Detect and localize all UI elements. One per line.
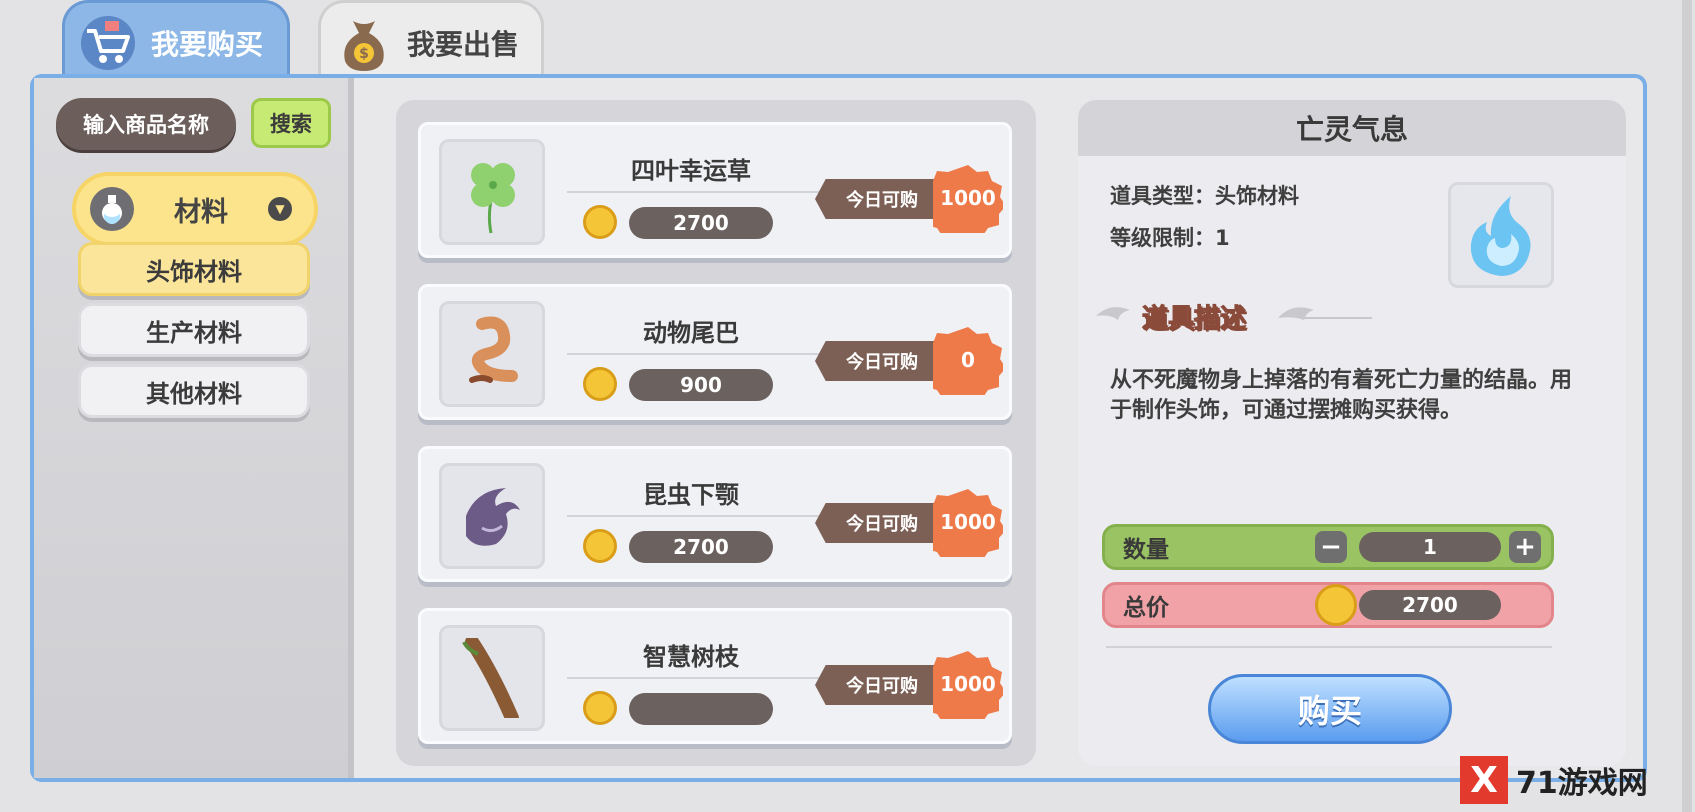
limit-badge: 1000 [933, 487, 1003, 557]
quantity-label: 数量 [1123, 537, 1169, 563]
chevron-down-icon: ▼ [268, 197, 292, 221]
coin-icon [1315, 584, 1357, 626]
search-button[interactable]: 搜索 [251, 98, 331, 148]
item-price [629, 693, 773, 725]
today-label: 今日可购 [815, 179, 949, 219]
divider [567, 191, 825, 193]
branch-icon [439, 625, 545, 731]
category-dropdown[interactable]: 材料 ▼ [72, 172, 318, 246]
level-requirement: 等级限制：1 [1110, 226, 1230, 250]
total-row: 总价 2700 [1102, 582, 1554, 628]
money-bag-icon: $ [329, 8, 399, 78]
item-name: 智慧树枝 [643, 643, 739, 671]
item-card[interactable]: 昆虫下颚 2700 今日可购 1000 [418, 446, 1012, 582]
scrollbar[interactable] [1682, 0, 1692, 812]
limit-badge: 1000 [933, 163, 1003, 233]
item-name: 昆虫下颚 [643, 481, 739, 509]
coin-icon [583, 529, 617, 563]
quantity-row: 数量 − 1 + [1102, 524, 1554, 570]
category-label: 材料 [174, 196, 228, 228]
divider [567, 515, 825, 517]
divider [567, 353, 825, 355]
svg-text:$: $ [359, 46, 369, 62]
today-label: 今日可购 [815, 503, 949, 543]
item-card[interactable]: 四叶幸运草 2700 今日可购 1000 [418, 122, 1012, 258]
item-card[interactable]: 动物尾巴 900 今日可购 0 [418, 284, 1012, 420]
clover-icon [439, 139, 545, 245]
total-value: 2700 [1359, 590, 1501, 620]
sub-category-2[interactable]: 其他材料 [78, 364, 310, 418]
detail-title: 亡灵气息 [1078, 100, 1626, 156]
sub-category-0[interactable]: 头饰材料 [78, 242, 310, 296]
today-label: 今日可购 [815, 341, 949, 381]
item-price: 2700 [629, 207, 773, 239]
coin-icon [583, 691, 617, 725]
item-card[interactable]: 智慧树枝 今日可购 1000 [418, 608, 1012, 744]
divider [1106, 646, 1552, 648]
search-input[interactable]: 输入商品名称 [56, 98, 236, 150]
tab-buy[interactable]: 我要购买 [62, 0, 290, 82]
ghost-flame-icon [1448, 182, 1554, 288]
coin-icon [583, 367, 617, 401]
buy-button[interactable]: 购买 [1208, 674, 1452, 744]
tab-sell[interactable]: $ 我要出售 [318, 0, 544, 82]
divider [567, 677, 825, 679]
plus-button[interactable]: + [1509, 531, 1541, 563]
watermark-mark: X [1460, 756, 1508, 804]
item-list[interactable]: 四叶幸运草 2700 今日可购 1000 动物尾巴 900 今日可购 0 昆虫下… [396, 100, 1036, 766]
description-title: 道具描述 [1092, 296, 1392, 336]
shopping-cart-icon [73, 8, 143, 78]
item-type: 道具类型：头饰材料 [1110, 184, 1299, 208]
limit-value: 0 [961, 348, 975, 372]
potion-bottle-icon [90, 187, 134, 231]
item-price: 2700 [629, 531, 773, 563]
shop-frame: 输入商品名称 搜索 材料 ▼ 头饰材料 生产材料 其他材料 四叶幸运草 2700… [30, 74, 1647, 782]
limit-badge: 0 [933, 325, 1003, 395]
limit-value: 1000 [940, 672, 996, 696]
tab-sell-label: 我要出售 [407, 27, 520, 61]
watermark-text: 71游戏网 [1516, 766, 1648, 801]
tab-buy-label: 我要购买 [151, 27, 264, 61]
quantity-value[interactable]: 1 [1359, 532, 1501, 562]
item-name: 四叶幸运草 [631, 157, 751, 185]
total-label: 总价 [1123, 595, 1169, 621]
item-price: 900 [629, 369, 773, 401]
limit-value: 1000 [940, 186, 996, 210]
item-name: 动物尾巴 [643, 319, 739, 347]
category-sidebar: 输入商品名称 搜索 材料 ▼ 头饰材料 生产材料 其他材料 [34, 78, 354, 778]
item-description: 从不死魔物身上掉落的有着死亡力量的结晶。用于制作头饰，可通过摆摊购买获得。 [1110, 368, 1573, 423]
coin-icon [583, 205, 617, 239]
tail-icon [439, 301, 545, 407]
minus-button[interactable]: − [1315, 531, 1347, 563]
watermark-logo: X 71游戏网 [1460, 752, 1690, 808]
sub-category-1[interactable]: 生产材料 [78, 303, 310, 357]
today-label: 今日可购 [815, 665, 949, 705]
mandible-icon [439, 463, 545, 569]
limit-value: 1000 [940, 510, 996, 534]
item-detail-panel: 亡灵气息 道具类型：头饰材料 等级限制：1 道具描述 从不死魔物身上掉落的有着死… [1078, 100, 1626, 766]
limit-badge: 1000 [933, 649, 1003, 719]
